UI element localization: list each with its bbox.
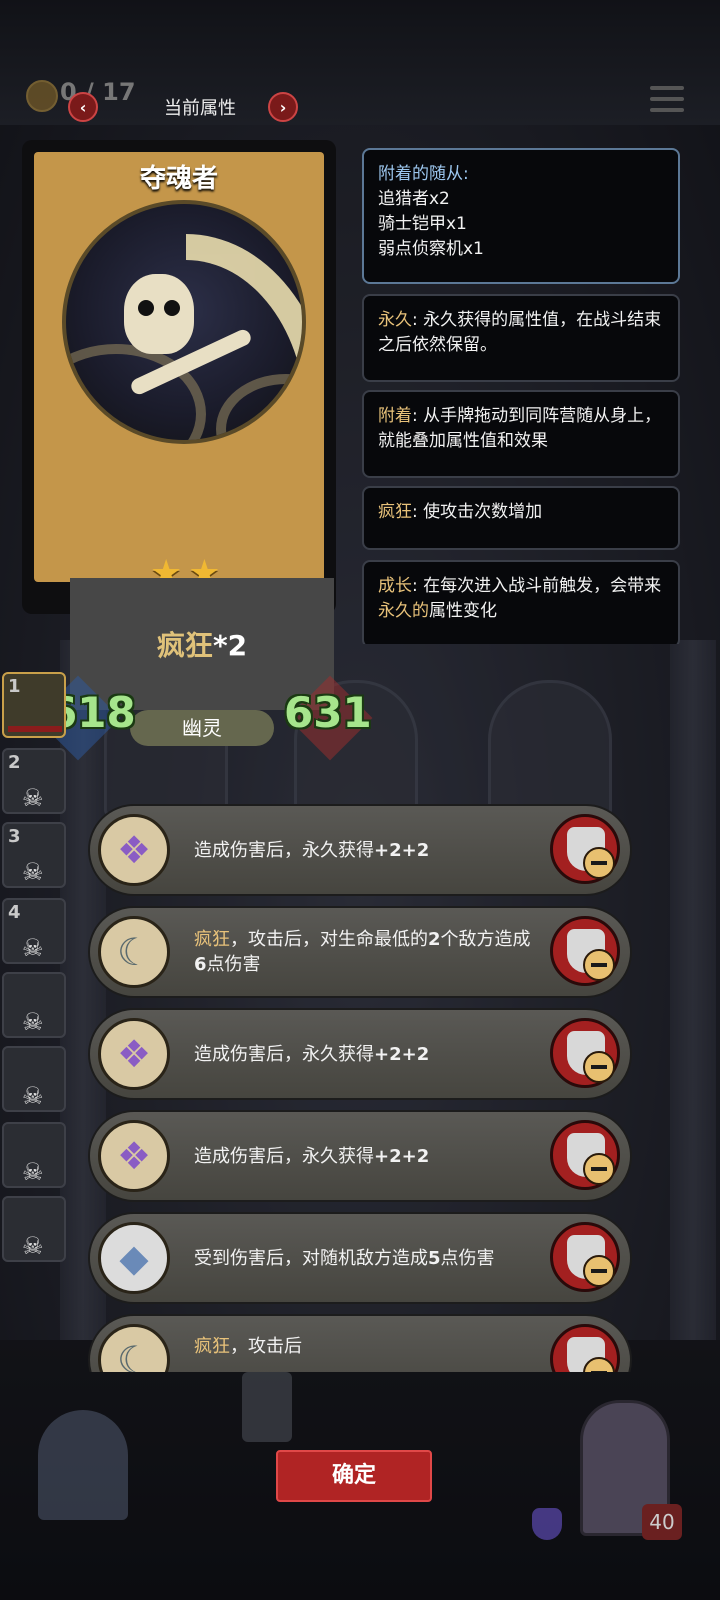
remove-effect-button[interactable] — [550, 1324, 620, 1372]
effect-row: ☾ 疯狂，攻击后 — [88, 1314, 632, 1372]
roster-hp-bar — [8, 726, 62, 732]
effect-row: ❖ 造成伤害后，永久获得+2+2 — [88, 1110, 632, 1202]
minus-icon — [583, 949, 615, 981]
next-arrow-button[interactable]: › — [268, 92, 298, 122]
effects-list[interactable]: ❖ 造成伤害后，永久获得+2+2 ☾ 疯狂，攻击后，对生命最低的2个敌方造成6点… — [80, 800, 640, 1372]
skull-icon: ☠ — [22, 1082, 44, 1110]
purple-crystal-icon: ❖ — [98, 1120, 170, 1192]
skull-icon: ☠ — [22, 934, 44, 962]
purple-crystal-icon: ❖ — [98, 1018, 170, 1090]
purple-crystal-icon: ❖ — [98, 814, 170, 886]
attached-title: 附着的随从: — [378, 164, 469, 184]
remove-effect-button[interactable] — [550, 1120, 620, 1190]
scythe-icon: ☾ — [98, 1324, 170, 1372]
roster-number: 3 — [8, 826, 21, 847]
minion-card: 夺魂者 ★ ★ 疯狂*2 幽灵 618 631 — [22, 140, 373, 761]
keyword-value: *2 — [212, 629, 248, 662]
roster-slot[interactable]: ☠ — [2, 1122, 66, 1188]
tooltip-permanent: 永久: 永久获得的属性值，在战斗结束之后依然保留。 — [362, 294, 680, 382]
page-title: 当前属性 — [164, 98, 236, 119]
attached-line: 骑士铠甲x1 — [378, 214, 467, 234]
effect-text: 受到伤害后，对随机敌方造成5点伤害 — [194, 1247, 495, 1269]
tooltip-keyword: 永久 — [378, 310, 412, 330]
effect-text: 造成伤害后，永久获得+2+2 — [194, 1145, 430, 1167]
skull-icon: ☠ — [22, 1232, 44, 1260]
skull-icon: ☠ — [22, 1158, 44, 1186]
candle-decoration — [242, 1372, 292, 1442]
minion-type: 幽灵 — [130, 710, 274, 746]
effect-text: 造成伤害后，永久获得+2+2 — [194, 839, 430, 861]
card-name: 夺魂者 — [139, 164, 218, 194]
attached-minions-box: 附着的随从: 追猎者x2 骑士铠甲x1 弱点侦察机x1 — [362, 148, 680, 284]
effect-text: 造成伤害后，永久获得+2+2 — [194, 1043, 430, 1065]
roster-slot[interactable]: ☠ — [2, 1046, 66, 1112]
roster-slot[interactable]: 4 ☠ — [2, 898, 66, 964]
roster-slot[interactable]: 1 — [2, 672, 66, 738]
confirm-button[interactable]: 确定 — [276, 1450, 432, 1502]
scythe-icon: ☾ — [98, 916, 170, 988]
remove-effect-button[interactable] — [550, 916, 620, 986]
skull-icon: ☠ — [22, 784, 44, 812]
roster-slot[interactable]: ☠ — [2, 972, 66, 1038]
tooltip-attach: 附着: 从手牌拖动到同阵营随从身上，就能叠加属性值和效果 — [362, 390, 680, 478]
remove-effect-button[interactable] — [550, 814, 620, 884]
remove-effect-button[interactable] — [550, 1018, 620, 1088]
attached-line: 追猎者x2 — [378, 189, 450, 209]
menu-icon[interactable] — [650, 86, 684, 116]
roster-slot[interactable]: ☠ — [2, 1196, 66, 1262]
scythe-blade — [186, 234, 302, 420]
skull-icon: ☠ — [22, 858, 44, 886]
skull-icon — [124, 274, 194, 354]
health-value: 631 — [284, 688, 372, 737]
card-keyword: 疯狂*2 — [70, 624, 334, 664]
effect-row: ◆ 受到伤害后，对随机敌方造成5点伤害 — [88, 1212, 632, 1304]
minus-icon — [583, 1153, 615, 1185]
effect-row: ❖ 造成伤害后，永久获得+2+2 — [88, 1008, 632, 1100]
roster-slot[interactable]: 3 ☠ — [2, 822, 66, 888]
roster-number: 4 — [8, 902, 21, 923]
minus-icon — [583, 1255, 615, 1287]
effect-text: 疯狂，攻击后，对生命最低的2个敌方造成6点伤害 — [194, 929, 531, 975]
tooltip-text: : 从手牌拖动到同阵营随从身上，就能叠加属性值和效果 — [378, 406, 662, 451]
roster-number: 2 — [8, 752, 21, 773]
effect-row: ☾ 疯狂，攻击后，对生命最低的2个敌方造成6点伤害 — [88, 906, 632, 998]
tooltip-growth: 成长: 在每次进入战斗前触发，会带来永久的属性变化 — [362, 560, 680, 644]
effect-text: 疯狂，攻击后 — [194, 1336, 302, 1357]
tooltip-keyword: 成长 — [378, 576, 412, 596]
roster-slot[interactable]: 2 ☠ — [2, 748, 66, 814]
tooltip-text: : 永久获得的属性值，在战斗结束之后依然保留。 — [378, 310, 662, 355]
attached-line: 弱点侦察机x1 — [378, 239, 484, 259]
tooltip-keyword: 附着 — [378, 406, 412, 426]
tooltip-text: 属性变化 — [429, 601, 497, 621]
minus-icon — [583, 1051, 615, 1083]
effect-row: ❖ 造成伤害后，永久获得+2+2 — [88, 804, 632, 896]
hero-portrait-left — [38, 1410, 128, 1520]
remove-effect-button[interactable] — [550, 1222, 620, 1292]
prism-crystal-icon: ◆ — [98, 1222, 170, 1294]
coin-icon — [26, 80, 58, 112]
roster-number: 1 — [8, 676, 21, 697]
top-bar — [0, 0, 720, 125]
armor-icon — [532, 1508, 562, 1540]
keyword-label: 疯狂 — [156, 629, 213, 662]
tooltip-text: : 使攻击次数增加 — [412, 502, 543, 522]
tooltip-keyword: 永久的 — [378, 601, 429, 621]
tooltip-text: : 在每次进入战斗前触发，会带来 — [412, 576, 662, 596]
tooltip-keyword: 疯狂 — [378, 502, 412, 522]
prev-arrow-button[interactable]: ‹ — [68, 92, 98, 122]
minus-icon — [583, 847, 615, 879]
keyword-tooltips: 附着的随从: 追猎者x2 骑士铠甲x1 弱点侦察机x1 永久: 永久获得的属性值… — [360, 140, 690, 644]
hero-health: 40 — [642, 1504, 682, 1540]
skull-icon: ☠ — [22, 1008, 44, 1036]
reaper-portrait — [62, 200, 306, 444]
tooltip-madness: 疯狂: 使攻击次数增加 — [362, 486, 680, 550]
